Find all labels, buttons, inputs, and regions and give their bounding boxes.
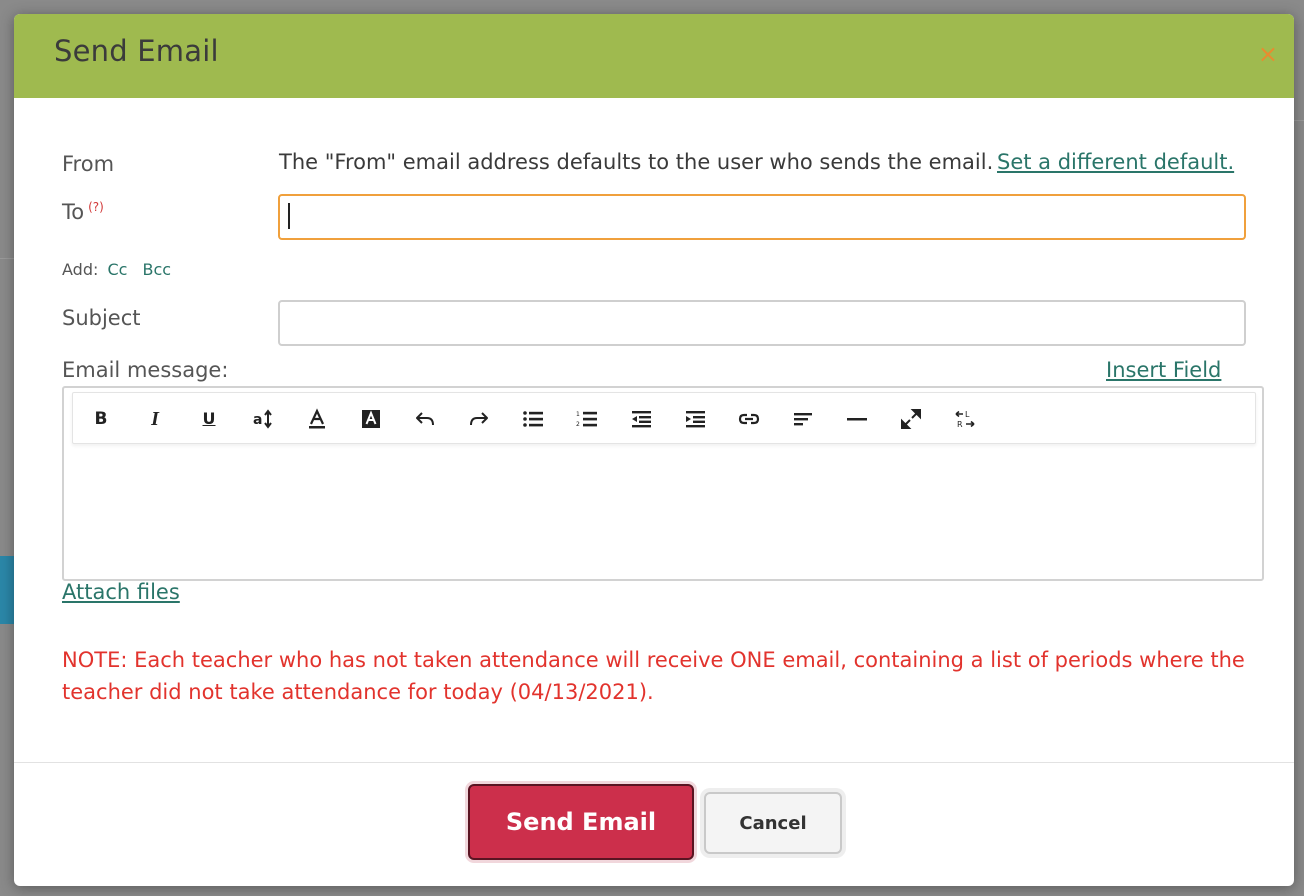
editor-toolbar: B I U a 12 L R [72, 392, 1256, 444]
fullscreen-icon[interactable] [897, 405, 925, 433]
subject-label: Subject [62, 306, 141, 330]
to-help-icon[interactable]: (?) [88, 200, 104, 214]
message-label: Email message: [62, 358, 229, 382]
subject-input[interactable] [278, 300, 1246, 346]
text-color-icon[interactable] [303, 405, 331, 433]
bold-icon[interactable]: B [87, 405, 115, 433]
svg-text:2: 2 [576, 421, 580, 428]
bulleted-list-icon[interactable] [519, 405, 547, 433]
bcc-link[interactable]: Bcc [143, 260, 172, 279]
text-direction-icon[interactable]: LR [951, 405, 979, 433]
from-label: From [62, 152, 115, 176]
background-divider [0, 258, 14, 259]
send-email-dialog: Send Email × From The "From" email addre… [14, 14, 1294, 886]
add-recipients: Add: Cc Bcc [62, 260, 171, 279]
from-description: The "From" email address defaults to the… [279, 150, 994, 174]
attach-files-link[interactable]: Attach files [62, 580, 180, 604]
to-label-text: To [62, 200, 85, 224]
dialog-title: Send Email [54, 34, 219, 68]
align-icon[interactable] [789, 405, 817, 433]
undo-icon[interactable] [411, 405, 439, 433]
text-cursor [288, 203, 290, 229]
numbered-list-icon[interactable]: 12 [573, 405, 601, 433]
to-input[interactable] [278, 194, 1246, 240]
close-icon[interactable]: × [1258, 42, 1278, 66]
svg-text:R: R [957, 420, 963, 429]
font-size-icon[interactable]: a [249, 405, 277, 433]
underline-icon[interactable]: U [195, 405, 223, 433]
to-label: To (?) [62, 200, 104, 224]
dialog-header: Send Email × [14, 14, 1294, 98]
message-editor[interactable]: B I U a 12 L R [62, 386, 1264, 581]
redo-icon[interactable] [465, 405, 493, 433]
italic-icon[interactable]: I [141, 405, 169, 433]
svg-text:1: 1 [576, 411, 580, 418]
outdent-icon[interactable] [627, 405, 655, 433]
background-color-icon[interactable] [357, 405, 385, 433]
send-email-button[interactable]: Send Email [468, 784, 694, 860]
footer-divider [14, 762, 1294, 763]
horizontal-rule-icon[interactable] [843, 405, 871, 433]
cancel-button[interactable]: Cancel [704, 792, 842, 854]
link-icon[interactable] [735, 405, 763, 433]
add-label: Add: [62, 260, 99, 279]
cc-link[interactable]: Cc [107, 260, 127, 279]
indent-icon[interactable] [681, 405, 709, 433]
svg-text:a: a [253, 412, 262, 428]
svg-text:L: L [965, 410, 970, 419]
set-default-link[interactable]: Set a different default. [997, 150, 1234, 174]
attendance-note: NOTE: Each teacher who has not taken att… [62, 648, 1245, 704]
background-divider [1294, 120, 1304, 121]
background-banner [0, 556, 14, 624]
insert-field-link[interactable]: Insert Field [1106, 358, 1221, 382]
